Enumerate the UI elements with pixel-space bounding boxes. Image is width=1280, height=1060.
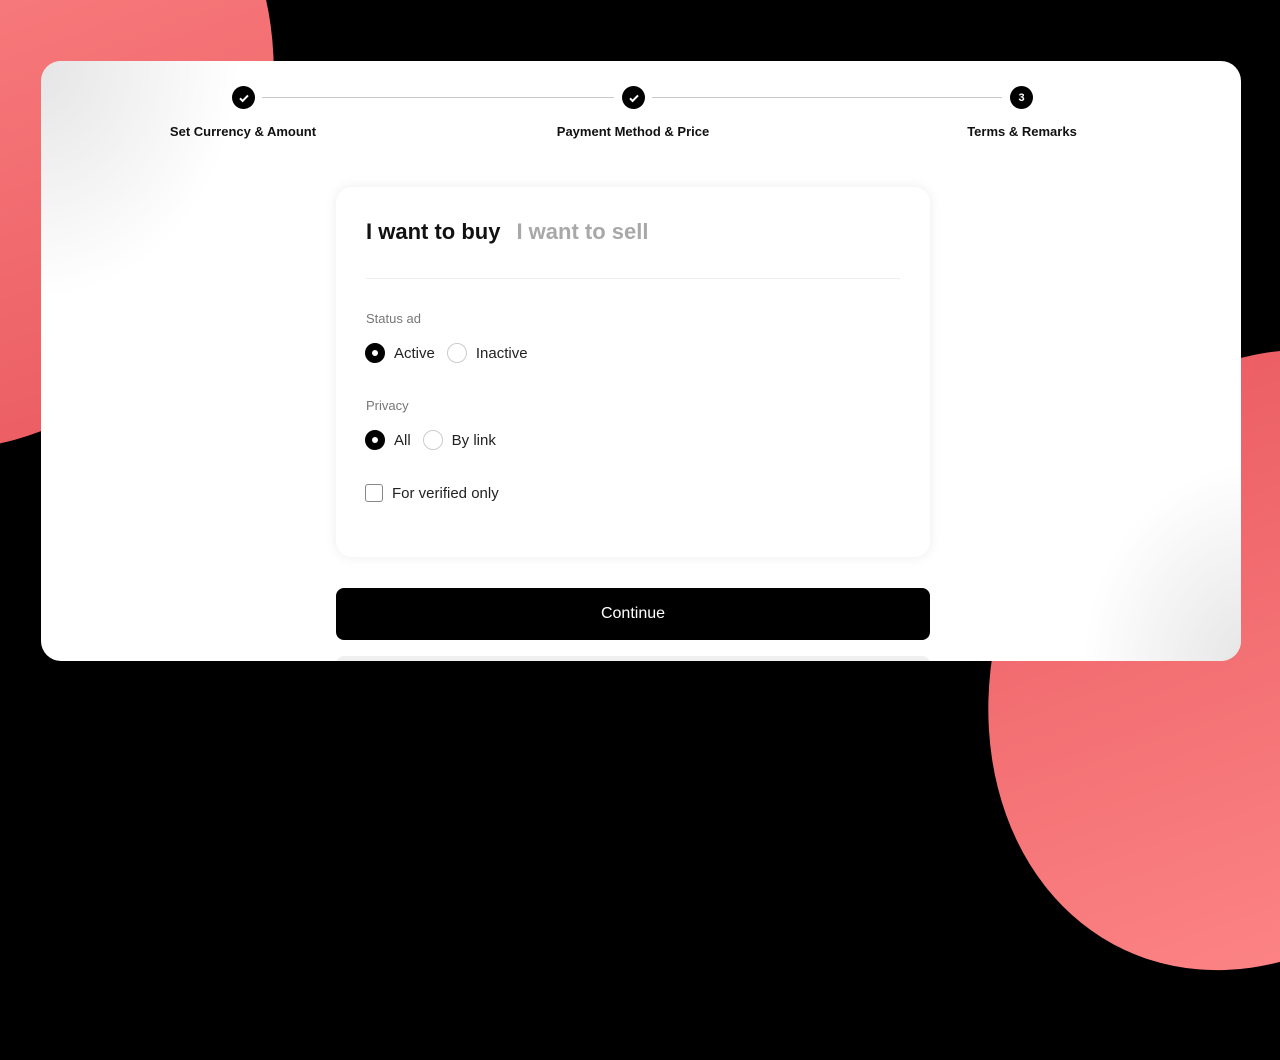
- trade-type-tabs: I want to buy I want to sell: [366, 219, 648, 245]
- secondary-button[interactable]: [336, 656, 930, 661]
- verified-only-checkbox[interactable]: [365, 484, 383, 502]
- step-3-label: Terms & Remarks: [967, 124, 1077, 139]
- option-label: All: [394, 431, 411, 449]
- option-label: Active: [394, 344, 435, 362]
- radio-by-link[interactable]: [422, 430, 443, 450]
- step-2-label: Payment Method & Price: [556, 124, 710, 139]
- continue-button[interactable]: Continue: [336, 588, 930, 640]
- privacy-by-link-option[interactable]: By link: [422, 430, 496, 450]
- status-radio-group: Active Inactive: [365, 343, 540, 363]
- step-2-check-icon: [622, 86, 645, 109]
- verified-only-option[interactable]: For verified only: [365, 484, 499, 502]
- radio-inactive[interactable]: [446, 343, 467, 363]
- tab-sell[interactable]: I want to sell: [516, 219, 648, 245]
- step-1-label: Set Currency & Amount: [169, 124, 317, 139]
- privacy-all-option[interactable]: All: [365, 430, 411, 450]
- main-panel: 3 Set Currency & Amount Payment Method &…: [41, 61, 1241, 661]
- ad-settings-card: I want to buy I want to sell Status ad A…: [336, 187, 930, 557]
- radio-active[interactable]: [365, 343, 385, 363]
- step-3-number: 3: [1010, 86, 1033, 109]
- checkbox-label: For verified only: [392, 484, 499, 502]
- status-label: Status ad: [366, 311, 421, 326]
- step-1-check-icon: [232, 86, 255, 109]
- tab-buy[interactable]: I want to buy: [366, 219, 500, 245]
- radio-all[interactable]: [365, 430, 385, 450]
- privacy-radio-group: All By link: [365, 430, 508, 450]
- privacy-label: Privacy: [366, 398, 409, 413]
- option-label: Inactive: [475, 344, 528, 362]
- divider: [366, 278, 900, 279]
- step-connector: [652, 97, 1002, 98]
- option-label: By link: [451, 431, 496, 449]
- status-active-option[interactable]: Active: [365, 343, 435, 363]
- step-connector: [262, 97, 614, 98]
- status-inactive-option[interactable]: Inactive: [446, 343, 528, 363]
